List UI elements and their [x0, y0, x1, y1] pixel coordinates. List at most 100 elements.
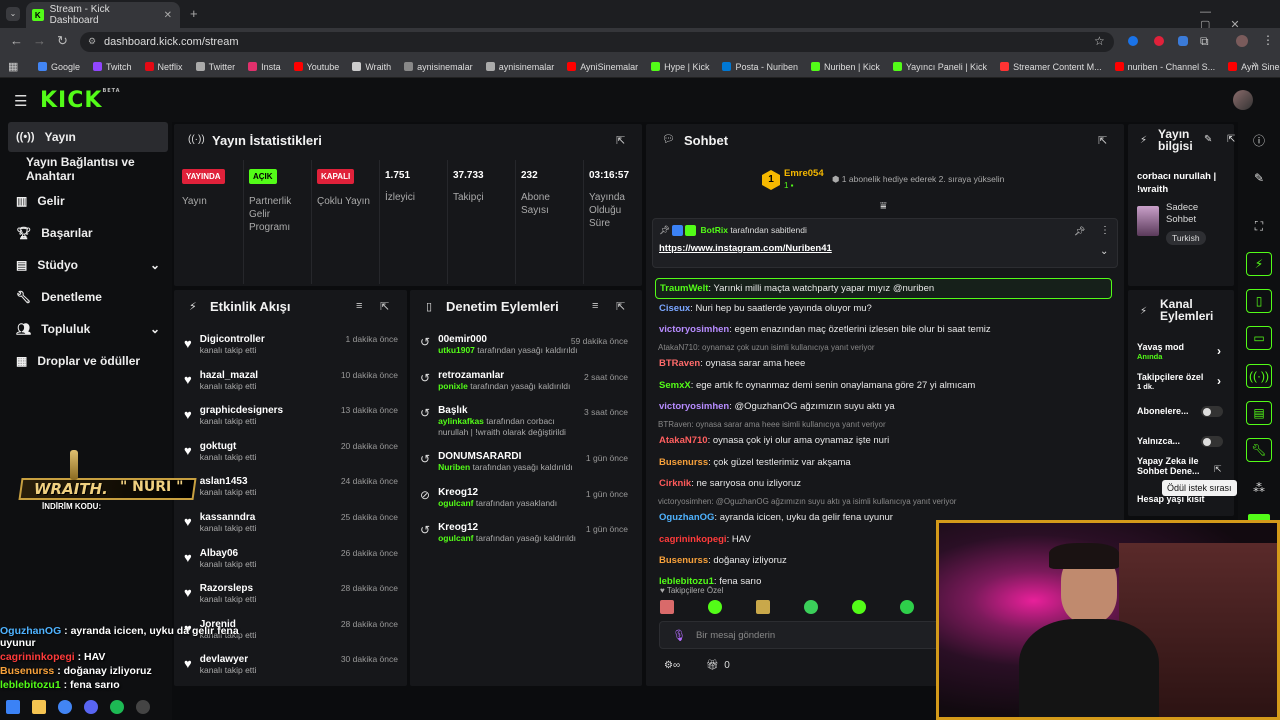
- spotify-icon[interactable]: [110, 700, 124, 714]
- activity-item[interactable]: ♥ hazal_mazal kanalı takip etti 10 dakika ö…: [184, 370, 398, 406]
- chat-icon[interactable]: ▭: [1246, 326, 1272, 350]
- moderation-item[interactable]: ↺ Kreog12 ogulcanf tarafından yasağı kaldı…: [420, 522, 634, 544]
- chat-message[interactable]: TraumWelt: Yarınki milli maçta watchpart…: [655, 278, 1112, 299]
- bookmark-item[interactable]: aynisinemalar: [485, 62, 554, 72]
- bookmark-item[interactable]: Youtube: [293, 62, 339, 72]
- sidebar-item-basarilar[interactable]: 🏆︎ Başarılar: [8, 218, 168, 248]
- sidebar-item-yayin[interactable]: ((•)) Yayın: [8, 122, 168, 152]
- only-toggle[interactable]: [1201, 436, 1223, 447]
- bookmark-item[interactable]: Nuriben | Kick: [810, 62, 880, 72]
- browser-tab[interactable]: K Stream - Kick Dashboard ✕: [26, 2, 180, 28]
- obs-icon[interactable]: [136, 700, 150, 714]
- layout-icon[interactable]: ▤: [1246, 401, 1272, 425]
- popout-icon[interactable]: ⇱: [380, 300, 389, 313]
- activity-item[interactable]: ♥ graphicdesigners kanalı takip etti 13 dak…: [184, 405, 398, 441]
- bookmark-item[interactable]: Insta: [248, 62, 281, 72]
- extension-icon[interactable]: [1154, 36, 1164, 46]
- bookmark-item[interactable]: AyniSinemalar: [567, 62, 638, 72]
- activity-item[interactable]: ♥aslan1453kanalı takip etti24 dakika önc…: [184, 476, 398, 512]
- extension-icon[interactable]: [1128, 36, 1138, 46]
- quick-actions-icon[interactable]: ⚡︎: [1246, 252, 1272, 276]
- microphone-icon[interactable]: 🎙︎: [672, 629, 686, 642]
- bookmark-star-icon[interactable]: ☆: [1094, 34, 1105, 48]
- share-icon[interactable]: ⁂: [1246, 476, 1272, 500]
- tab-search-icon[interactable]: ⌄: [6, 7, 20, 21]
- bookmark-item[interactable]: Netflix: [144, 62, 183, 72]
- chat-message[interactable]: victoryosimhen: egem enazından maç özetl…: [655, 320, 1112, 339]
- reload-icon[interactable]: ↻: [57, 33, 68, 49]
- chat-message[interactable]: AtakaN710: oynasa çok iyi olur ama oynam…: [655, 431, 1112, 450]
- activity-item[interactable]: ♥ kassanndra kanalı takip etti 25 dakika ön…: [184, 512, 398, 548]
- popout-icon[interactable]: ⇱: [616, 134, 625, 147]
- sidebar-item-droplar[interactable]: ▦ Droplar ve ödüller: [8, 346, 168, 376]
- emote-icon[interactable]: [852, 600, 866, 614]
- address-bar[interactable]: dashboard.kick.com/stream: [80, 32, 1114, 52]
- moderation-item[interactable]: ↺ Başlık aylinkafkas tarafından corbacı nu…: [420, 405, 634, 438]
- edit-pencil-icon[interactable]: ✎: [1204, 134, 1212, 145]
- chat-message[interactable]: Busenurss: çok güzel testlerimiz var akş…: [655, 453, 1112, 472]
- back-icon[interactable]: ←: [10, 33, 23, 48]
- bookmark-item[interactable]: Streamer Content M...: [1000, 62, 1102, 72]
- moderation-item[interactable]: ↺ retrozamanlar ponixle tarafından yasağı …: [420, 370, 634, 392]
- slow-mode-action[interactable]: Yavaş mod Anında ›: [1137, 342, 1227, 361]
- popout-icon[interactable]: ⇱: [1227, 134, 1235, 145]
- category-thumbnail[interactable]: [1137, 206, 1159, 236]
- moderation-item[interactable]: ↺ DONUMSARARDI Nuriben tarafından yasağı k…: [420, 451, 634, 473]
- emote-icon[interactable]: [804, 600, 818, 614]
- close-tab-icon[interactable]: ✕: [164, 10, 172, 21]
- bookmark-item[interactable]: Google: [38, 62, 80, 72]
- followers-only-action[interactable]: Takipçilere özel 1 dk. ›: [1137, 372, 1227, 391]
- popout-icon[interactable]: ⇱: [616, 300, 625, 313]
- emote-icon[interactable]: [900, 600, 914, 614]
- popout-icon[interactable]: ⇱: [1098, 134, 1107, 147]
- emote-icon[interactable]: [660, 600, 674, 614]
- subscribers-only-toggle[interactable]: [1201, 406, 1223, 417]
- chat-filter-icon[interactable]: ⩸: [880, 200, 887, 213]
- forward-icon[interactable]: →: [33, 33, 46, 48]
- chat-message[interactable]: SemxX: ege artık fc oynanmaz demi senin …: [655, 376, 1112, 395]
- bookmark-item[interactable]: nuriben - Channel S...: [1114, 62, 1215, 72]
- external-link-icon[interactable]: ⇱: [1214, 464, 1222, 475]
- profile-avatar[interactable]: [1236, 35, 1248, 47]
- stream-category[interactable]: Sadece Sohbet: [1166, 202, 1226, 226]
- bookmark-item[interactable]: Hype | Kick: [651, 62, 709, 72]
- extensions-puzzle-icon[interactable]: ⧉: [1200, 34, 1209, 49]
- bookmark-item[interactable]: aynisinemalar: [404, 62, 473, 72]
- sidebar-item-topluluk[interactable]: 👥︎ Topluluk ⌄: [8, 314, 168, 344]
- more-options-icon[interactable]: ⋮: [1100, 225, 1110, 236]
- moderation-item[interactable]: ⊘ Kreog12 ogulcanf tarafından yasaklandı 1 …: [420, 487, 634, 509]
- site-info-icon[interactable]: ⚙: [88, 36, 96, 47]
- activity-item[interactable]: ♥ goktugt kanalı takip etti 20 dakika önce: [184, 441, 398, 477]
- chat-message[interactable]: BTRaven: oynasa sarar ama heee: [655, 354, 1112, 373]
- language-tag[interactable]: Turkish: [1166, 231, 1206, 245]
- discord-icon[interactable]: [84, 700, 98, 714]
- fullscreen-icon[interactable]: ⛶: [1246, 214, 1272, 238]
- chat-message[interactable]: Cirknik: ne sarıyosa onu izliyoruz: [655, 474, 1112, 493]
- edit-pencil-icon[interactable]: ✎: [1246, 166, 1272, 190]
- unpin-icon[interactable]: 📌︎: [1074, 226, 1085, 237]
- bookmark-item[interactable]: Twitch: [93, 62, 132, 72]
- user-avatar[interactable]: [1233, 90, 1253, 110]
- chat-message[interactable]: Ciseux: Nuri hep bu saatlerde yayında ol…: [655, 299, 1112, 318]
- bookmark-item[interactable]: Wraith: [352, 62, 391, 72]
- bookmark-item[interactable]: Posta - Nuriben: [722, 62, 798, 72]
- chevron-down-icon[interactable]: ⌄: [1100, 246, 1108, 257]
- filter-icon[interactable]: ≡: [592, 300, 598, 312]
- sidebar-item-stream-key[interactable]: Yayın Bağlantısı ve Anahtarı: [8, 154, 168, 184]
- wrench-icon[interactable]: 🔧︎: [1246, 438, 1272, 462]
- pinned-link[interactable]: https://www.instagram.com/Nuriben41: [659, 243, 832, 254]
- sidebar-item-studyo[interactable]: ▤ Stüdyo ⌄: [8, 250, 168, 280]
- settings-icon[interactable]: ⚙∞: [664, 660, 680, 671]
- browser-menu-icon[interactable]: ⋮: [1262, 33, 1274, 47]
- all-bookmarks-icon[interactable]: »: [1252, 59, 1258, 71]
- bookmark-item[interactable]: Yayıncı Paneli | Kick: [892, 62, 987, 72]
- emote-icon[interactable]: [708, 600, 722, 614]
- bookmark-item[interactable]: Twitter: [195, 62, 235, 72]
- new-tab-icon[interactable]: +: [190, 6, 198, 21]
- broadcast-icon[interactable]: ((·)): [1246, 364, 1272, 388]
- apps-grid-icon[interactable]: ▦: [8, 60, 18, 73]
- chat-message[interactable]: victoryosimhen: @OguzhanOG ağzımızın suy…: [655, 397, 1112, 416]
- moderation-item[interactable]: ↺ 00emir000 utku1907 tarafından yasağı kal…: [420, 334, 634, 356]
- file-explorer-icon[interactable]: [32, 700, 46, 714]
- windows-start-icon[interactable]: [6, 700, 20, 714]
